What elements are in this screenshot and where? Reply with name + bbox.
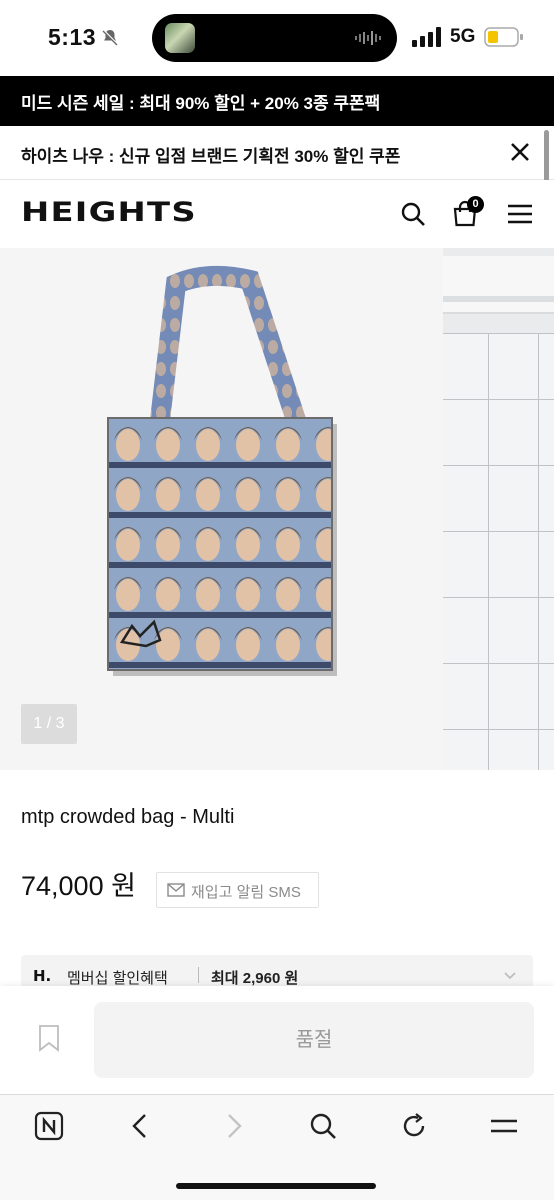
wall-tiles: [443, 333, 554, 770]
mail-icon: [167, 883, 185, 897]
product-image[interactable]: [0, 248, 443, 770]
forward-arrow-icon[interactable]: [218, 1111, 248, 1141]
promo-banner-text: 하이츠 나우 : 신규 입점 브랜드 기획전 30% 할인 쿠폰: [21, 147, 401, 166]
bookmark-icon[interactable]: [37, 1024, 61, 1052]
now-playing-artwork: [165, 23, 195, 53]
soldout-button[interactable]: 품절: [94, 1002, 534, 1078]
divider: [198, 967, 199, 983]
product-name: mtp crowded bag - Multi: [21, 806, 235, 828]
home-indicator: [176, 1183, 376, 1189]
battery-icon: [484, 27, 523, 47]
tote-bag-illustration: [107, 265, 337, 676]
sale-banner[interactable]: 미드 시즌 세일 : 최대 90% 할인 + 20% 3종 쿠폰팩: [0, 76, 554, 126]
purchase-bar: 품절: [0, 986, 554, 1094]
status-time: 5:13: [48, 24, 97, 50]
benefit-label: 멤버십 할인혜택: [67, 970, 168, 987]
search-icon[interactable]: [399, 200, 427, 228]
site-logo[interactable]: HEIGHTS: [21, 199, 197, 226]
status-bar: 5:13 5G: [0, 0, 554, 76]
membership-benefit-row[interactable]: H. 멤버십 할인혜택 최대 2,960 원: [21, 955, 533, 989]
next-product-image[interactable]: [443, 248, 554, 770]
bell-muted-icon: [102, 29, 118, 46]
benefit-value: 최대 2,960 원: [211, 970, 299, 987]
product-price: 74,000 원: [21, 871, 136, 901]
gallery-counter: 1 / 3: [21, 704, 77, 744]
close-icon[interactable]: [508, 140, 532, 164]
dynamic-island: [152, 14, 397, 62]
restock-sms-button[interactable]: 재입고 알림 SMS: [156, 872, 319, 908]
network-type: 5G: [450, 26, 476, 47]
menu-icon[interactable]: [506, 200, 534, 228]
promo-banner[interactable]: 하이츠 나우 : 신규 입점 브랜드 기획전 30% 할인 쿠폰: [0, 126, 554, 180]
cart-count-badge: 0: [467, 196, 484, 213]
naver-home-icon[interactable]: [34, 1111, 64, 1141]
bathroom-shelf: [443, 256, 554, 314]
sale-banner-text: 미드 시즌 세일 : 최대 90% 할인 + 20% 3종 쿠폰팩: [21, 94, 381, 113]
menu-icon[interactable]: [489, 1111, 519, 1141]
search-icon[interactable]: [308, 1111, 338, 1141]
refresh-icon[interactable]: [399, 1111, 429, 1141]
product-gallery[interactable]: 1 / 3: [0, 248, 554, 770]
membership-logo: H.: [33, 967, 52, 985]
site-header: HEIGHTS: [0, 180, 554, 248]
cellular-signal-icon: [412, 27, 441, 47]
browser-toolbar: [0, 1094, 554, 1200]
audio-wave-icon: [355, 31, 381, 45]
restock-label: 재입고 알림 SMS: [191, 884, 301, 901]
back-arrow-icon[interactable]: [126, 1111, 156, 1141]
chevron-down-icon[interactable]: [503, 969, 517, 983]
